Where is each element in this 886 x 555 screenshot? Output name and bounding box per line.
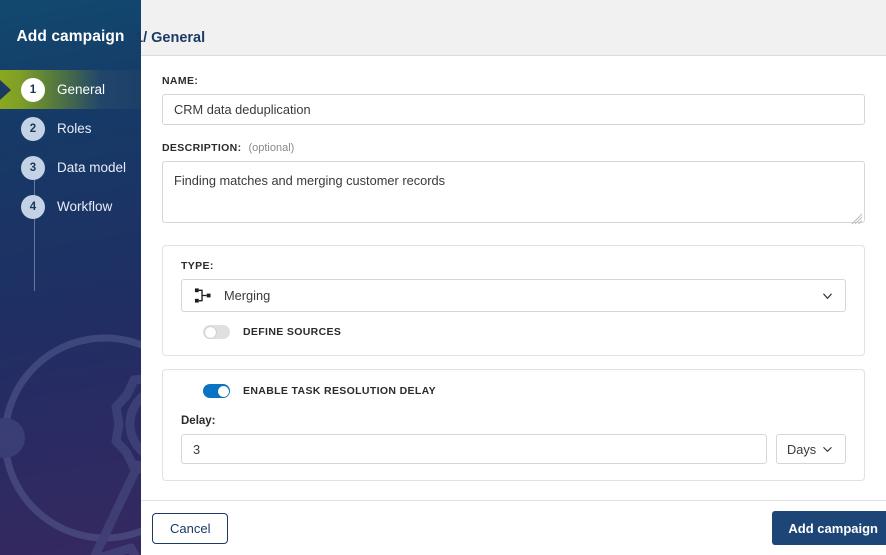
sidebar-step-general[interactable]: 1 General [0, 70, 141, 109]
delay-unit-value: Days [787, 441, 817, 457]
sidebar-step-roles[interactable]: 2 Roles [0, 109, 141, 148]
step-number-4: 4 [21, 194, 45, 219]
sidebar-title: Add campaign [16, 28, 125, 45]
step-label-general: General [57, 82, 106, 97]
description-label: DESCRIPTION: (optional) [162, 142, 865, 154]
delay-label: Delay: [181, 415, 216, 427]
award-badge-watermark [0, 334, 141, 555]
form-content: NAME: DESCRIPTION: (optional) Finding ma… [141, 56, 886, 500]
enable-delay-row: ENABLE TASK RESOLUTION DELAY [203, 384, 846, 398]
toggle-knob [204, 326, 216, 338]
add-campaign-button[interactable]: Add campaign [772, 511, 886, 545]
task-resolution-delay-card: ENABLE TASK RESOLUTION DELAY Delay: Days [162, 369, 865, 481]
name-label: NAME: [162, 75, 199, 87]
step-label-roles: Roles [57, 121, 92, 136]
step-number-2: 2 [21, 116, 45, 141]
sidebar-step-data-model[interactable]: 3 Data model [0, 148, 141, 187]
wizard-sidebar: Add campaign 1 General 2 Roles 3 Data mo… [0, 0, 141, 555]
delay-unit-select[interactable]: Days [776, 434, 846, 464]
type-card: TYPE: Merging DEFINE SOURCES [162, 245, 865, 356]
merge-icon [194, 288, 211, 303]
toggle-knob [217, 385, 229, 397]
page-header: 1/ General [135, 0, 886, 56]
name-input[interactable] [162, 94, 865, 125]
description-label-text: DESCRIPTION: [162, 142, 242, 154]
define-sources-toggle[interactable] [203, 325, 230, 339]
name-field-group: NAME: [162, 75, 865, 125]
type-label: TYPE: [181, 260, 214, 272]
type-selected-value: Merging [224, 288, 271, 303]
delay-controls: Days [181, 434, 846, 464]
cancel-button[interactable]: Cancel [152, 512, 229, 544]
define-sources-row: DEFINE SOURCES [203, 325, 846, 339]
wizard-steps: 1 General 2 Roles 3 Data model 4 Workflo… [0, 70, 141, 291]
sidebar-step-workflow[interactable]: 4 Workflow [0, 187, 141, 226]
description-optional-hint: (optional) [248, 142, 295, 154]
add-campaign-wizard: Add campaign 1 General 2 Roles 3 Data mo… [0, 0, 886, 555]
description-textarea[interactable]: Finding matches and merging customer rec… [162, 161, 865, 223]
step-label-data-model: Data model [57, 160, 127, 175]
wizard-main-panel: 1/ General NAME: DESCRIPTION: (optional)… [135, 0, 886, 555]
define-sources-label: DEFINE SOURCES [243, 326, 342, 338]
chevron-down-icon [823, 293, 832, 299]
type-select[interactable]: Merging [181, 279, 846, 312]
delay-value-input[interactable] [181, 434, 767, 464]
step-number-1: 1 [21, 77, 45, 102]
description-field-group: DESCRIPTION: (optional) Finding matches … [162, 142, 865, 228]
chevron-down-icon [823, 447, 832, 452]
enable-task-resolution-delay-toggle[interactable] [203, 384, 230, 398]
step-label-workflow: Workflow [57, 199, 113, 214]
step-connector-line [33, 174, 35, 291]
wizard-footer: Cancel Add campaign [141, 500, 886, 555]
step-number-3: 3 [21, 155, 45, 180]
enable-delay-label: ENABLE TASK RESOLUTION DELAY [243, 385, 436, 397]
page-title: 1/ General [135, 30, 206, 46]
